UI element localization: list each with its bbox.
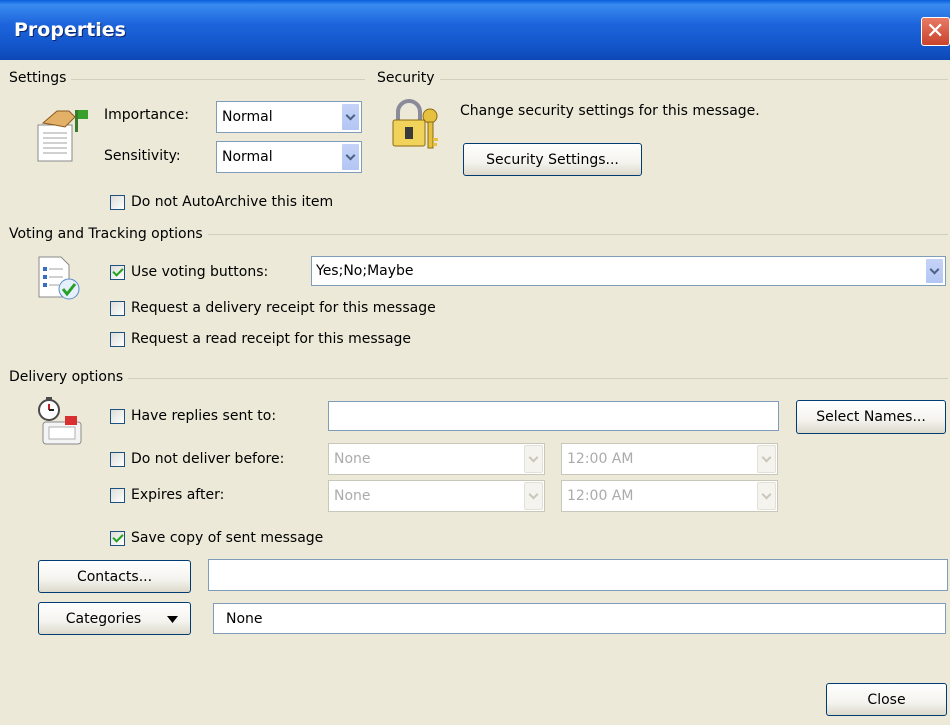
close-button[interactable]: Close [826,683,947,716]
voting-options-value: Yes;No;Maybe [316,263,414,279]
not-before-checkbox[interactable] [110,452,125,467]
contacts-button-label: Contacts... [76,568,153,585]
save-copy-label[interactable]: Save copy of sent message [131,530,323,546]
chevron-down-icon[interactable] [524,482,543,510]
timer-mailbox-icon [38,397,82,445]
autoarchive-checkbox[interactable] [110,195,125,210]
title-bar: Properties ✕ [0,0,950,60]
expires-date-value: None [334,488,371,504]
chevron-down-icon[interactable] [925,258,944,284]
importance-dropdown[interactable]: Normal [216,101,362,133]
not-before-time-value: 12:00 AM [567,451,634,467]
hand-flag-icon [37,110,88,162]
importance-label: Importance: [104,107,189,123]
save-copy-checkbox[interactable] [110,531,125,546]
dropdown-arrow-icon [167,616,178,623]
contacts-button[interactable]: Contacts... [38,560,191,593]
close-button-label: Close [867,691,906,708]
chevron-down-icon[interactable] [757,482,776,510]
autoarchive-label[interactable]: Do not AutoArchive this item [131,194,333,210]
delivery-receipt-label[interactable]: Request a delivery receipt for this mess… [131,300,436,316]
expires-time-value: 12:00 AM [567,488,634,504]
window-close-button[interactable]: ✕ [921,17,950,46]
read-receipt-label[interactable]: Request a read receipt for this message [131,331,411,347]
select-names-button[interactable]: Select Names... [796,400,946,434]
checklist-icon [38,256,80,300]
security-section-label: Security [377,70,440,86]
expires-date-dropdown[interactable]: None [328,480,545,512]
security-settings-button[interactable]: Security Settings... [463,143,642,176]
not-before-time-dropdown[interactable]: 12:00 AM [561,443,778,475]
chevron-down-icon[interactable] [757,445,776,473]
expires-checkbox[interactable] [110,488,125,503]
categories-button[interactable]: Categories [38,602,191,635]
chevron-down-icon[interactable] [341,103,360,131]
sensitivity-value: Normal [222,149,273,165]
use-voting-label[interactable]: Use voting buttons: [131,264,268,280]
delivery-receipt-checkbox[interactable] [110,301,125,316]
expires-label[interactable]: Expires after: [131,487,224,503]
close-icon: ✕ [926,19,945,44]
chevron-down-icon[interactable] [524,445,543,473]
contacts-input[interactable] [208,559,948,591]
security-settings-button-label: Security Settings... [486,151,619,168]
importance-value: Normal [222,109,273,125]
sensitivity-label: Sensitivity: [104,148,181,164]
select-names-button-label: Select Names... [816,409,926,425]
delivery-divider [20,378,948,379]
read-receipt-checkbox[interactable] [110,332,125,347]
have-replies-label[interactable]: Have replies sent to: [131,408,276,424]
window-title: Properties [14,19,126,41]
expires-time-dropdown[interactable]: 12:00 AM [561,480,778,512]
not-before-date-value: None [334,451,371,467]
voting-options-dropdown[interactable]: Yes;No;Maybe [311,256,946,286]
replies-recipient-input[interactable] [328,401,779,431]
have-replies-checkbox[interactable] [110,409,125,424]
sensitivity-dropdown[interactable]: Normal [216,141,362,173]
settings-section-label: Settings [9,70,72,86]
not-before-label[interactable]: Do not deliver before: [131,451,284,467]
settings-divider [20,79,365,80]
use-voting-checkbox[interactable] [110,265,125,280]
security-divider [380,79,948,80]
delivery-section-label: Delivery options [9,369,129,385]
not-before-date-dropdown[interactable]: None [328,443,545,475]
security-description: Change security settings for this messag… [460,103,760,119]
categories-input[interactable]: None [213,603,946,634]
padlock-key-icon [392,99,438,149]
voting-section-label: Voting and Tracking options [9,226,208,242]
categories-value: None [226,610,263,627]
chevron-down-icon[interactable] [341,143,360,171]
